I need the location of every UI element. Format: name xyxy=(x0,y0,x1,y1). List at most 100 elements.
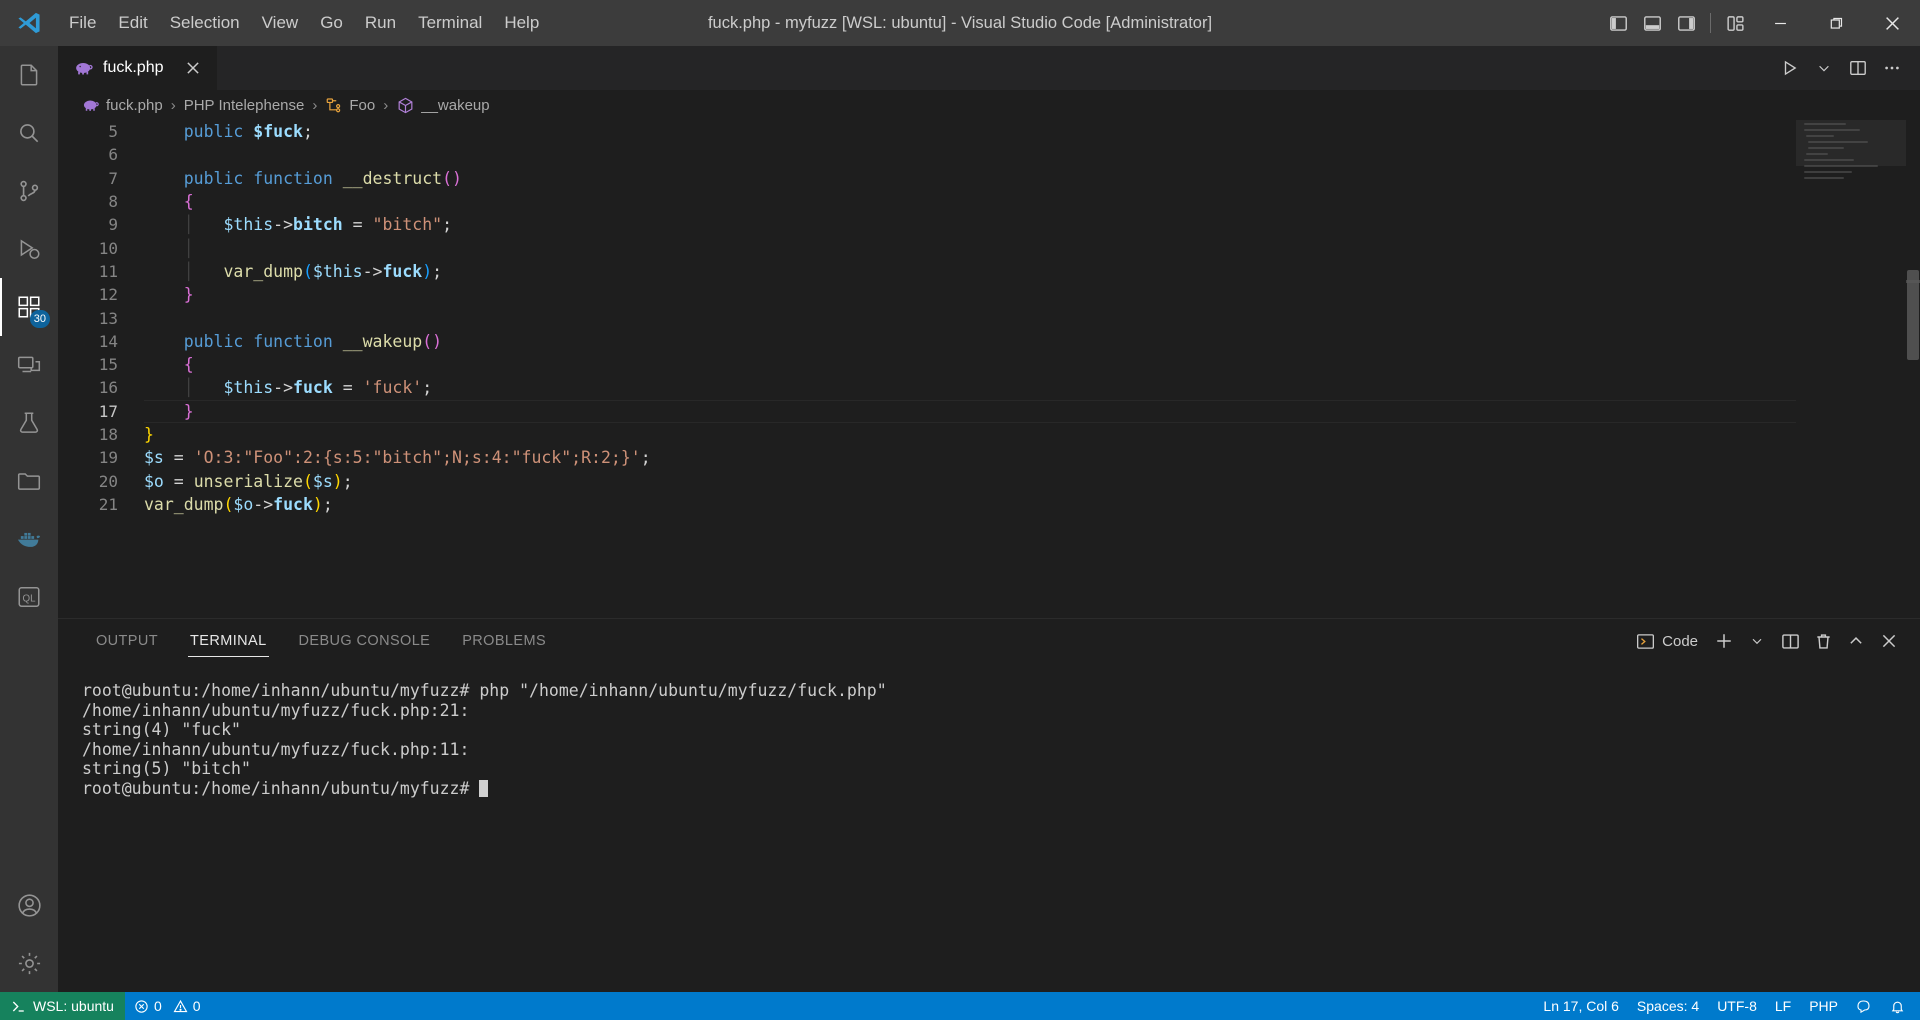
new-terminal-dropdown-icon[interactable] xyxy=(1742,626,1772,656)
line-number: 19 xyxy=(98,448,118,468)
code-line[interactable]: 10 │ xyxy=(58,236,1920,259)
close-panel-button[interactable] xyxy=(1874,626,1904,656)
code-line[interactable]: 18} xyxy=(58,423,1920,446)
sidebar-item-remote-explorer[interactable] xyxy=(0,336,58,394)
code-line[interactable]: 5 public $fuck; xyxy=(58,120,1920,143)
maximize-panel-button[interactable] xyxy=(1841,626,1871,656)
code-line[interactable]: 8 { xyxy=(58,190,1920,213)
code-line[interactable]: 9 │ $this->bitch = "bitch"; xyxy=(58,213,1920,236)
toggle-panel-icon[interactable] xyxy=(1635,0,1669,46)
editor-tab-label: fuck.php xyxy=(103,59,164,76)
panel-header: OUTPUT TERMINAL DEBUG CONSOLE PROBLEMS C… xyxy=(58,619,1920,663)
feedback-smiley-icon xyxy=(1856,998,1872,1014)
status-editor-indentation[interactable]: Spaces: 4 xyxy=(1628,992,1708,1020)
code-line-text: public function __wakeup() xyxy=(183,331,443,351)
code-content[interactable]: 5 public $fuck; 6 7 public function __dest… xyxy=(58,120,1920,516)
status-notifications-bell[interactable] xyxy=(1881,992,1914,1020)
tab-terminal[interactable]: TERMINAL xyxy=(176,619,281,663)
toggle-primary-sidebar-icon[interactable] xyxy=(1601,0,1635,46)
terminal-line: string(5) "bitch" xyxy=(82,759,251,779)
ellipsis-icon[interactable] xyxy=(1876,52,1908,84)
code-line[interactable]: 6 xyxy=(58,143,1920,166)
split-editor-icon[interactable] xyxy=(1842,52,1874,84)
sidebar-item-docker[interactable] xyxy=(0,510,58,568)
menu-view[interactable]: View xyxy=(251,8,310,38)
window-close-button[interactable] xyxy=(1864,0,1920,46)
terminal-cursor xyxy=(479,779,489,797)
status-editor-eol[interactable]: LF xyxy=(1766,992,1800,1020)
run-php-file-button[interactable] xyxy=(1774,52,1806,84)
editor-tab-close-icon[interactable] xyxy=(182,57,204,79)
code-line[interactable]: 16 │ $this->fuck = 'fuck'; xyxy=(58,376,1920,399)
kill-terminal-button[interactable] xyxy=(1808,626,1838,656)
tab-debug-console[interactable]: DEBUG CONSOLE xyxy=(285,619,445,663)
status-remote-indicator[interactable]: WSL: ubuntu xyxy=(0,992,125,1020)
sidebar-item-extensions[interactable]: 30 xyxy=(0,278,58,336)
status-bar-right: Ln 17, Col 6 Spaces: 4 UTF-8 LF PHP xyxy=(1534,992,1920,1020)
sidebar-item-source-control[interactable] xyxy=(0,162,58,220)
sidebar-item-sql-tools[interactable]: QL xyxy=(0,568,58,626)
code-editor[interactable]: 5 public $fuck; 6 7 public function __dest… xyxy=(58,120,1920,618)
overview-ruler-mark xyxy=(1906,280,1920,283)
breadcrumb-item-file[interactable]: fuck.php xyxy=(82,96,163,114)
code-line[interactable]: 7 public function __destruct() xyxy=(58,167,1920,190)
toggle-secondary-sidebar-icon[interactable] xyxy=(1669,0,1703,46)
menu-selection[interactable]: Selection xyxy=(159,8,251,38)
tab-problems[interactable]: PROBLEMS xyxy=(448,619,560,663)
sidebar-item-explorer[interactable] xyxy=(0,46,58,104)
editor-vertical-scrollbar[interactable] xyxy=(1906,120,1920,618)
code-line[interactable]: 13 xyxy=(58,306,1920,329)
window-maximize-button[interactable] xyxy=(1808,0,1864,46)
chevron-down-icon[interactable] xyxy=(1808,52,1840,84)
customize-layout-icon[interactable] xyxy=(1718,0,1752,46)
code-line[interactable]: 20 $o = unserialize($s); xyxy=(58,469,1920,492)
editor-tab-fuck-php[interactable]: fuck.php xyxy=(58,46,219,90)
code-line[interactable]: 14 public function __wakeup() xyxy=(58,330,1920,353)
sidebar-item-run-and-debug[interactable] xyxy=(0,220,58,278)
editor-scrollbar-thumb[interactable] xyxy=(1907,270,1919,360)
sidebar-item-database-client[interactable] xyxy=(0,452,58,510)
code-line[interactable]: 21 var_dump($o->fuck); xyxy=(58,493,1920,516)
search-icon xyxy=(16,120,42,146)
status-editor-language[interactable]: PHP xyxy=(1800,992,1847,1020)
terminal-shell-selector[interactable]: Code xyxy=(1632,626,1706,656)
breadcrumb-item-provider[interactable]: PHP Intelephense xyxy=(184,97,305,114)
code-line[interactable]: 17 } xyxy=(58,399,1920,423)
menu-edit[interactable]: Edit xyxy=(107,8,158,38)
menu-terminal[interactable]: Terminal xyxy=(407,8,493,38)
window-minimize-button[interactable] xyxy=(1752,0,1808,46)
menu-run[interactable]: Run xyxy=(354,8,407,38)
docker-whale-icon xyxy=(15,525,43,553)
status-editor-encoding[interactable]: UTF-8 xyxy=(1708,992,1766,1020)
status-problems[interactable]: 0 0 xyxy=(125,992,210,1020)
status-warning-count: 0 xyxy=(192,998,201,1014)
source-control-icon xyxy=(16,178,42,204)
sidebar-item-accounts[interactable] xyxy=(0,876,58,934)
menu-help[interactable]: Help xyxy=(493,8,550,38)
code-line[interactable]: 19 $s = 'O:3:"Foo":2:{s:5:"bitch";N;s:4:"… xyxy=(58,446,1920,469)
menu-go[interactable]: Go xyxy=(309,8,354,38)
bottom-panel: OUTPUT TERMINAL DEBUG CONSOLE PROBLEMS C… xyxy=(58,618,1920,992)
code-line[interactable]: 15 { xyxy=(58,353,1920,376)
code-line[interactable]: 11 │ var_dump($this->fuck); xyxy=(58,260,1920,283)
new-terminal-button[interactable] xyxy=(1709,626,1739,656)
line-number: 9 xyxy=(108,215,118,235)
terminal-line: /home/inhann/ubuntu/myfuzz/fuck.php:11: xyxy=(82,739,470,759)
terminal-prompt[interactable]: root@ubuntu:/home/inhann/ubuntu/myfuzz# xyxy=(82,779,1896,799)
status-editor-position[interactable]: Ln 17, Col 6 xyxy=(1534,992,1628,1020)
sidebar-item-manage[interactable] xyxy=(0,934,58,992)
sidebar-item-search[interactable] xyxy=(0,104,58,162)
line-number: 10 xyxy=(98,238,118,258)
status-feedback[interactable] xyxy=(1847,992,1881,1020)
code-line[interactable]: 12 } xyxy=(58,283,1920,306)
split-terminal-button[interactable] xyxy=(1775,626,1805,656)
breadcrumb-separator: › xyxy=(170,96,176,114)
sidebar-item-testing[interactable] xyxy=(0,394,58,452)
code-line-text: $o = unserialize($s); xyxy=(144,471,353,491)
tab-output[interactable]: OUTPUT xyxy=(82,619,172,663)
terminal-output[interactable]: root@ubuntu:/home/inhann/ubuntu/myfuzz# … xyxy=(58,663,1920,992)
breadcrumb-item-method[interactable]: __wakeup xyxy=(396,96,490,115)
menu-file[interactable]: File xyxy=(58,8,107,38)
breadcrumb-item-class[interactable]: Foo xyxy=(325,96,375,114)
line-number: 17 xyxy=(98,401,118,421)
